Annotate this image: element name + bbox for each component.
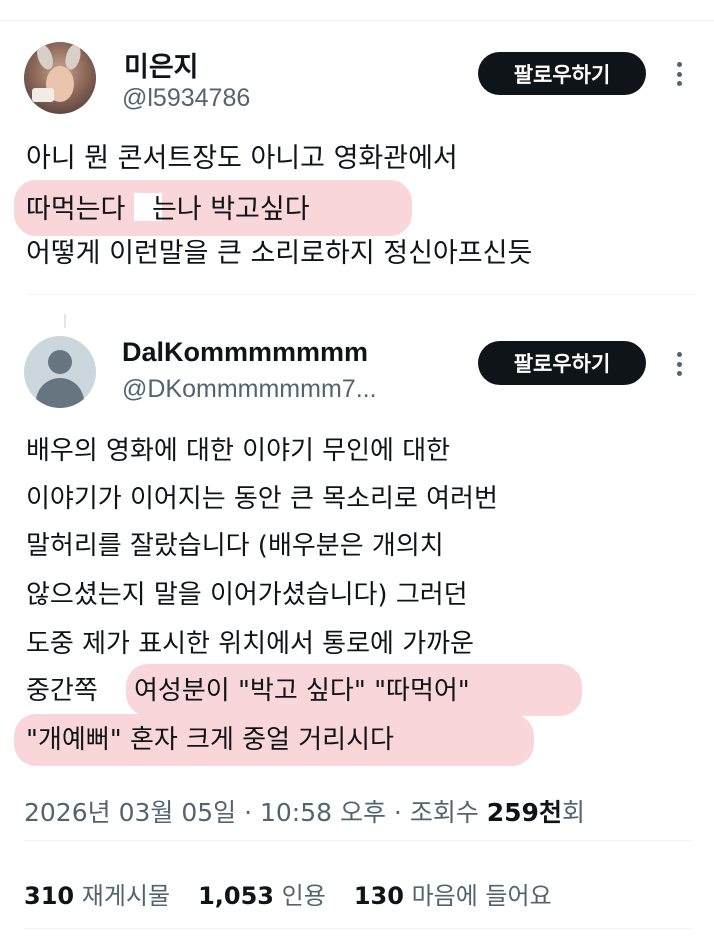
reply-author-name[interactable]: DalKommmmmmm (122, 337, 368, 368)
reply-text-line: 도중 제가 표시한 위치에서 통로에 가까운 (26, 629, 474, 659)
author-handle[interactable]: @l5934786 (122, 84, 250, 113)
engagement-stats: 310 재게시물 1,053 인용 130 마음에 들어요 (24, 876, 552, 911)
thread-connector (64, 314, 66, 328)
datetime-text: 2026년 03월 05일 · 10:58 오후 · 조회수 (24, 798, 487, 827)
tweet-text-fragment: 따먹는다 (26, 194, 134, 225)
view-count-unit: 회 (561, 798, 585, 827)
author-name[interactable]: 미은지 (124, 45, 199, 84)
reposts-label: 재게시물 (81, 882, 171, 910)
likes-stat[interactable]: 130 마음에 들어요 (354, 882, 552, 910)
quotes-stat[interactable]: 1,053 인용 (198, 882, 326, 910)
quotes-label: 인용 (281, 882, 326, 910)
reposts-stat[interactable]: 310 재게시물 (24, 882, 170, 910)
tweet-text-highlight-line: 따먹는다 는나 박고싶다 (26, 193, 310, 223)
more-options-icon[interactable] (674, 62, 684, 86)
tweet-timestamp[interactable]: 2026년 03월 05일 · 10:58 오후 · 조회수 259천회 (24, 793, 585, 829)
reply-highlighted-text: 여성분이 "박고 싶다" "따먹어" (134, 676, 470, 706)
reply-text-line: 않으셨는지 말을 이어가셨습니다) 그러던 (26, 580, 468, 610)
avatar[interactable] (24, 42, 96, 114)
reply-highlighted-text: "개예뻐" 혼자 크게 중얼 거리시다 (26, 725, 394, 755)
tweet-text-line: 아니 뭔 콘서트장도 아니고 영화관에서 (26, 143, 458, 174)
more-options-icon[interactable] (674, 352, 684, 376)
reply-text-line: 배우의 영화에 대한 이야기 무인에 대한 (26, 436, 451, 466)
likes-label: 마음에 들어요 (411, 882, 552, 910)
tweet-text-line: 어떻게 이런말을 큰 소리로하지 정신아프신듯 (26, 238, 533, 269)
reply-author-handle[interactable]: @DKommmmmmm7... (122, 375, 377, 404)
default-avatar[interactable] (24, 336, 96, 408)
reply-text-line: 중간쪽 (26, 676, 98, 706)
reply-follow-button[interactable]: 팔로우하기 (478, 341, 646, 385)
divider (24, 928, 692, 929)
quotes-count: 1,053 (198, 882, 274, 910)
reposts-count: 310 (24, 882, 75, 910)
reply-text-line: 말허리를 잘랐습니다 (배우분은 개의치 (26, 531, 444, 561)
view-count: 259천 (486, 798, 562, 827)
divider (24, 840, 692, 841)
reply-text-line: 이야기가 이어지는 동안 큰 목소리로 여러번 (26, 484, 498, 514)
divider (28, 294, 696, 295)
likes-count: 130 (353, 882, 404, 910)
follow-button[interactable]: 팔로우하기 (478, 52, 646, 95)
top-divider (0, 20, 714, 21)
tweet-text-fragment: 는나 박고싶다 (151, 194, 310, 225)
